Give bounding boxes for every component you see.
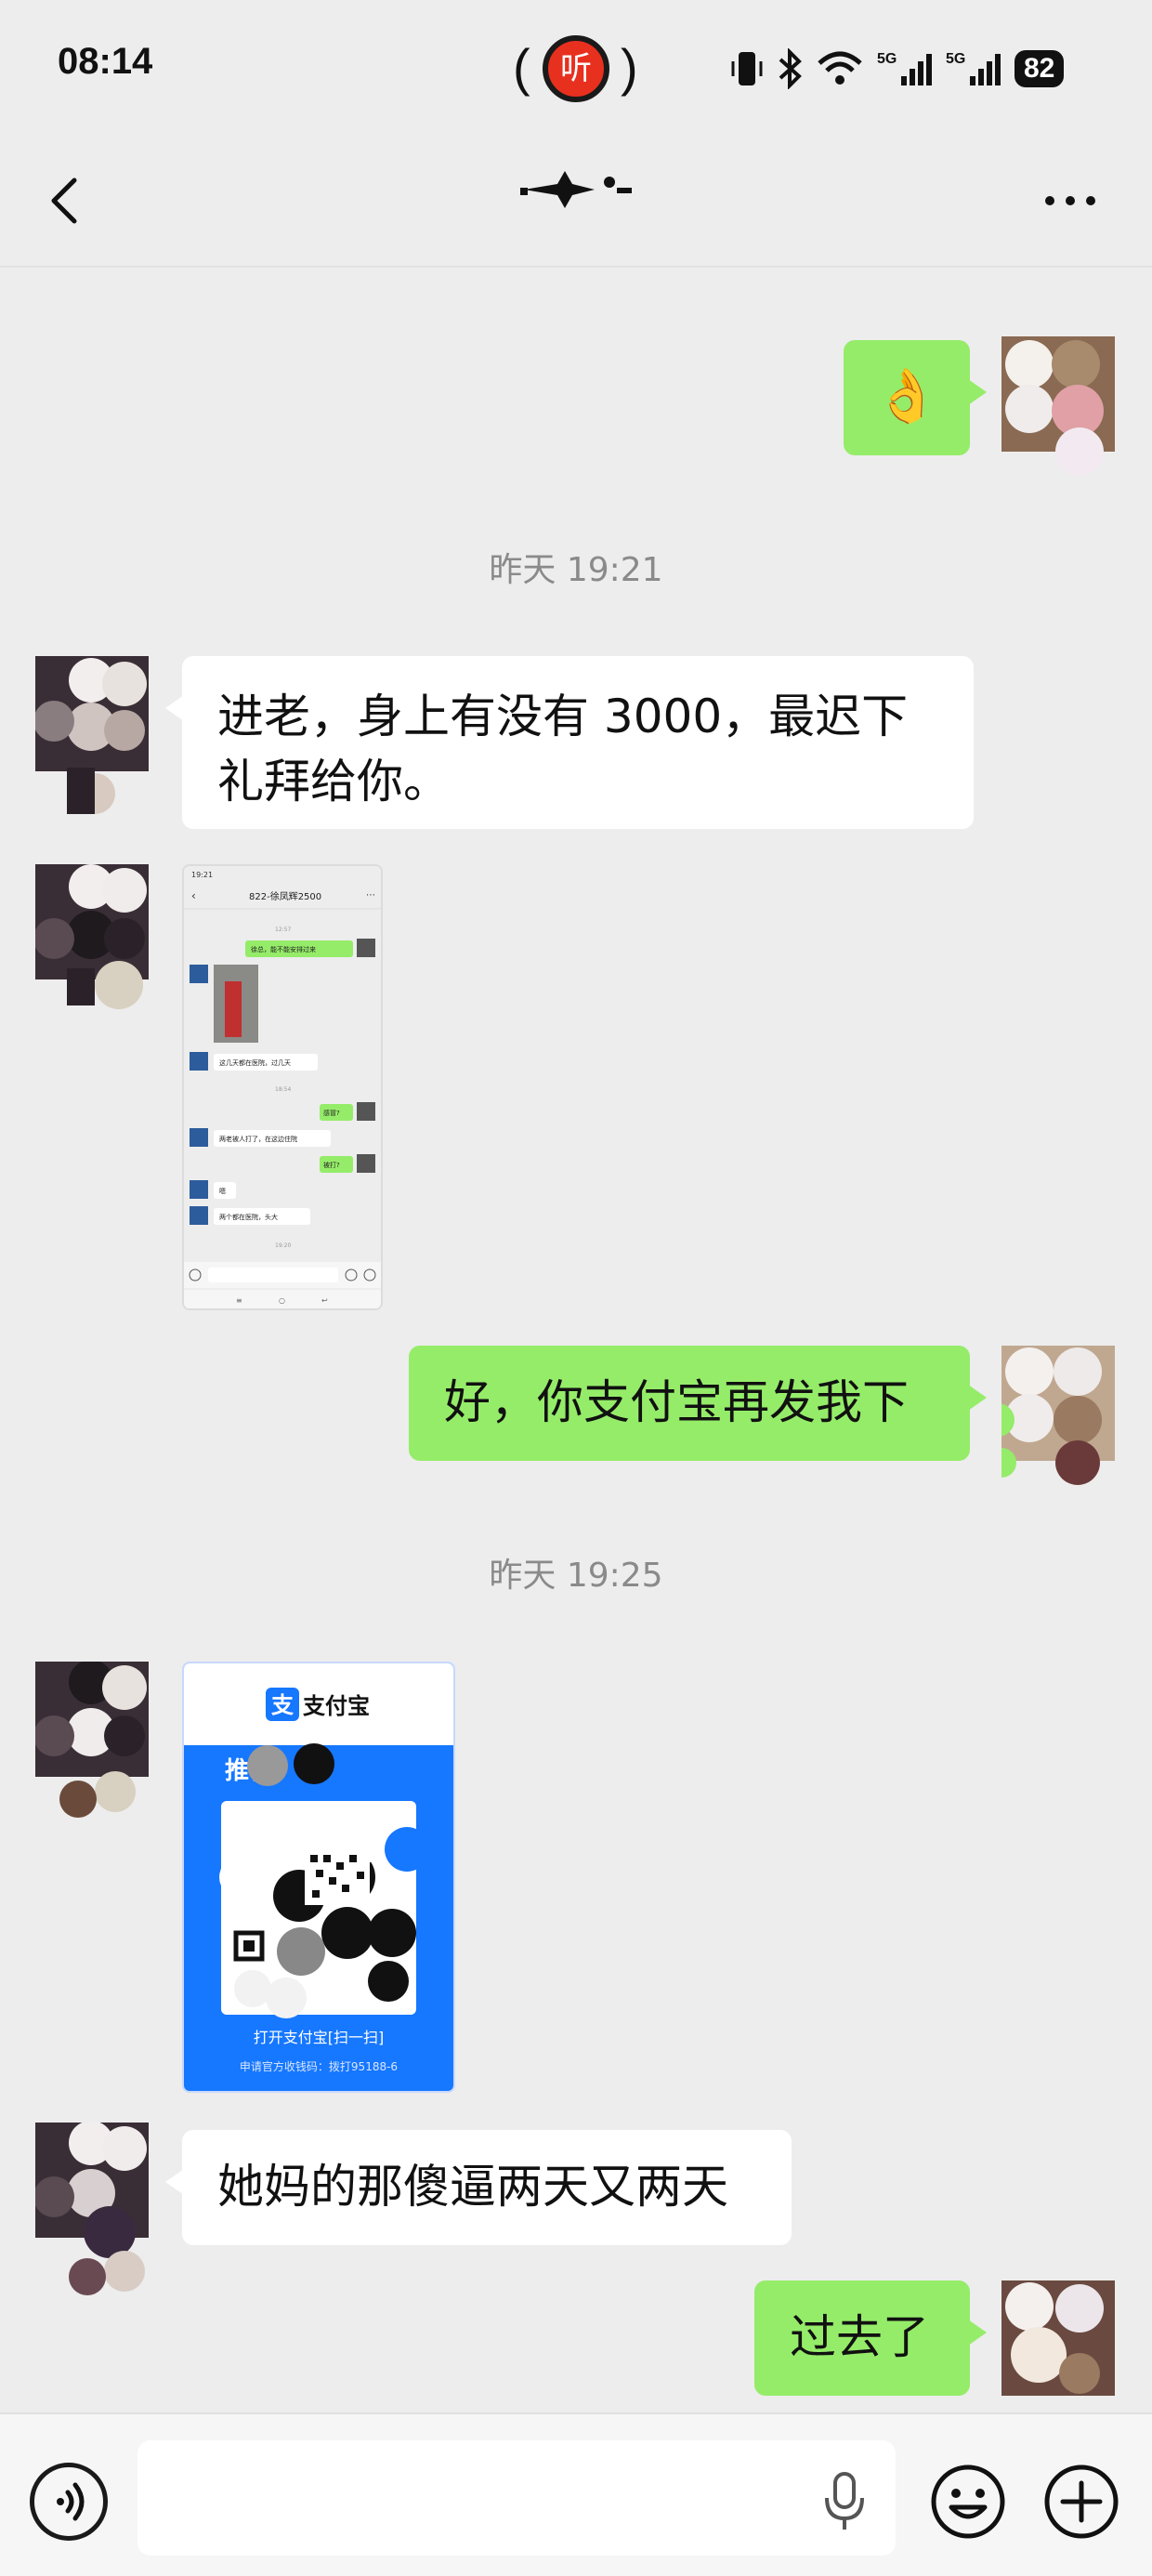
message-bubble-me[interactable]: 👌 [844, 340, 987, 455]
signal-5g-icon-2: 5G [946, 48, 1001, 89]
avatar-me[interactable] [981, 1346, 1115, 1485]
voice-input-icon [57, 2482, 85, 2521]
message-bubble-other[interactable]: 她妈的那傻逼两天又两天 [165, 2130, 792, 2245]
message-text-line: 她妈的那傻逼两天又两天 [217, 2160, 728, 2214]
alipay-scan-text: 打开支付宝[扫一扫] [254, 2029, 385, 2046]
screenshot-msg-1: 徐总，能不能安排过来 [251, 945, 316, 953]
message-text-line: 过去了 [790, 2310, 929, 2364]
status-bar: 08:14 ( 听 ) 5G 5G 82 [0, 0, 1152, 130]
chevron-left-icon [51, 177, 77, 224]
avatar-me[interactable] [1001, 336, 1115, 476]
avatar-me[interactable] [1001, 2280, 1115, 2438]
avatar-other[interactable] [33, 2121, 149, 2295]
svg-text:○: ○ [279, 1296, 285, 1305]
listen-icon: 听 [543, 35, 609, 102]
voice-toggle-button[interactable] [30, 2463, 108, 2541]
signal-5g-label-1: 5G [877, 51, 897, 67]
screenshot-msg-6: 嗯 [219, 1188, 226, 1195]
screenshot-msg-7: 两个都在医院，头大 [219, 1213, 278, 1221]
vibrate-icon [730, 48, 764, 89]
screenshot-msg-5: 被打? [323, 1161, 340, 1169]
timestamp: 昨天 19:21 [489, 551, 663, 589]
alipay-footer-text: 申请官方收钱码：拨打95188-6 [240, 2059, 398, 2073]
emoji-icon [931, 2464, 1005, 2539]
svg-text:⋯: ⋯ [366, 890, 375, 900]
ok-hand-emoji: 👌 [874, 366, 939, 427]
avatar-other[interactable] [33, 864, 149, 1009]
back-button[interactable] [37, 167, 97, 234]
alipay-qr-image: 支 支付宝 推荐 打开支付宝[扫一扫] 申请官方收钱码：拨打95188-6 [184, 1663, 453, 2091]
screenshot-title: 822-徐凤辉2500 [249, 890, 321, 902]
more-dots-icon [1045, 196, 1095, 205]
alipay-logo-icon: 支 [271, 1692, 295, 1718]
status-time: 08:14 [58, 41, 153, 82]
message-bubble-other[interactable]: 进老，身上有没有 3000，最迟下 礼拜给你。 [165, 656, 974, 829]
svg-text:↩: ↩ [321, 1296, 328, 1305]
wifi-icon [816, 48, 864, 89]
alipay-brand: 支付宝 [303, 1693, 370, 1719]
avatar-other[interactable] [33, 1660, 149, 1818]
input-bar [0, 2412, 1152, 2576]
screenshot-msg-3: 感冒? [323, 1109, 340, 1117]
screenshot-time-2: 18:54 [275, 1086, 291, 1093]
screenshot-status-time: 19:21 [191, 871, 213, 879]
message-input[interactable] [137, 2440, 896, 2556]
message-bubble-me[interactable]: 过去了 [754, 2280, 987, 2396]
bluetooth-icon [777, 48, 803, 89]
signal-5g-icon: 5G [877, 48, 933, 89]
chat-screenshot-image: 19:21 ‹ 822-徐凤辉2500 ⋯ 12:57 徐总，能不能安排过来 这… [184, 866, 381, 1308]
screenshot-msg-4: 两老被人打了，在这边住院 [219, 1135, 297, 1143]
battery-indicator: 82 [1015, 50, 1065, 87]
system-icons: 5G 5G 82 [730, 41, 1065, 97]
timestamp: 昨天 19:25 [489, 1557, 663, 1595]
screenshot-time-1: 12:57 [275, 927, 291, 933]
listen-app-indicator: ( 听 ) [513, 32, 639, 106]
emoji-button[interactable] [929, 2463, 1007, 2541]
plus-icon [1044, 2464, 1119, 2539]
chat-title-obscured [520, 171, 632, 208]
paren-right: ) [621, 38, 638, 97]
message-text-line: 进老，身上有没有 3000，最迟下 [217, 690, 909, 743]
svg-text:≡: ≡ [236, 1296, 242, 1305]
more-actions-button[interactable] [1042, 2463, 1120, 2541]
message-text-line: 好，你支付宝再发我下 [444, 1375, 909, 1429]
signal-5g-label-2: 5G [946, 51, 965, 67]
screenshot-time-3: 19:20 [275, 1242, 291, 1249]
chat-header [0, 130, 1152, 268]
svg-text:‹: ‹ [191, 889, 196, 902]
paren-left: ( [513, 38, 530, 97]
image-message-alipay-qr[interactable]: 支 支付宝 推荐 打开支付宝[扫一扫] 申请官方收钱码：拨打95188-6 [182, 1662, 455, 2093]
microphone-icon[interactable] [821, 2468, 868, 2533]
avatar-other[interactable] [33, 656, 149, 814]
screenshot-msg-2: 这几天都在医院，过几天 [219, 1058, 291, 1067]
more-button[interactable] [1041, 182, 1100, 219]
message-text-line: 礼拜给你。 [217, 755, 450, 808]
message-bubble-me[interactable]: 好，你支付宝再发我下 [409, 1346, 987, 1461]
image-message-screenshot[interactable]: 19:21 ‹ 822-徐凤辉2500 ⋯ 12:57 徐总，能不能安排过来 这… [182, 864, 383, 1310]
